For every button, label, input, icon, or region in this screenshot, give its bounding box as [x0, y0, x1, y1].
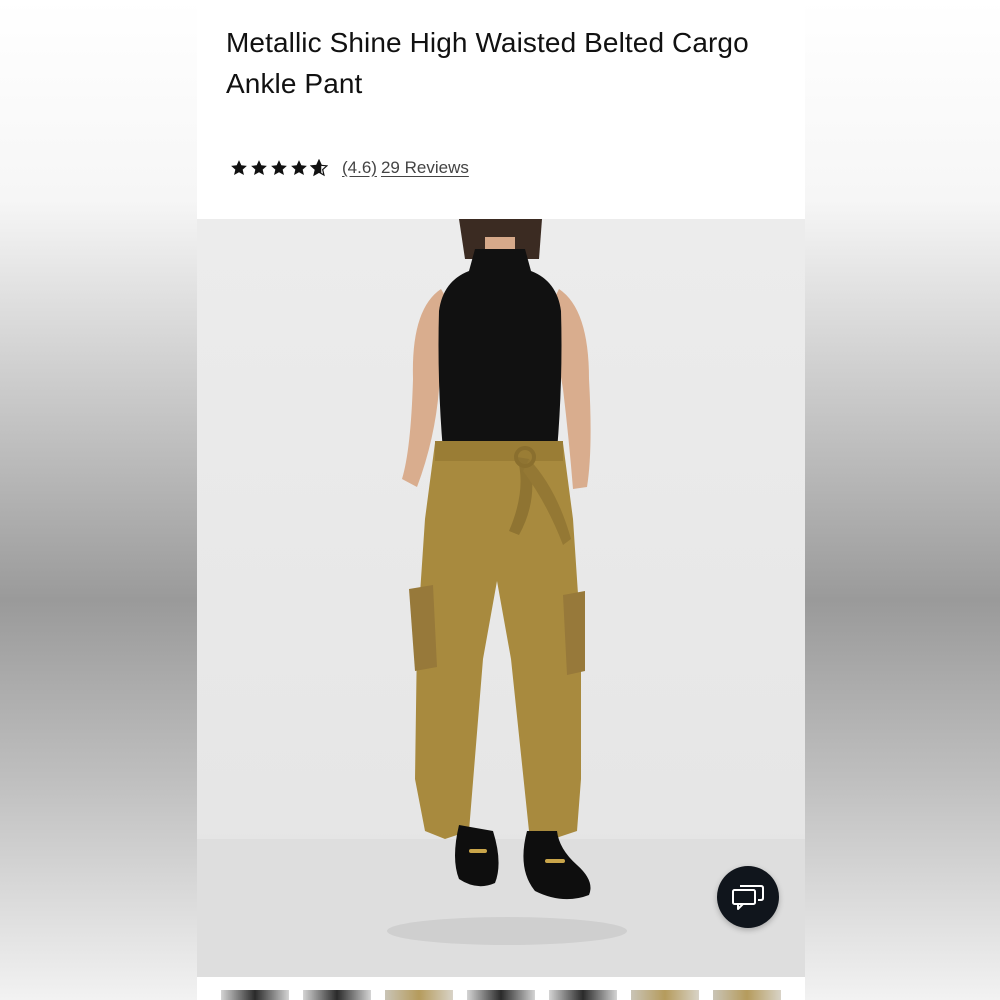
star-icon [291, 160, 307, 176]
thumbnail[interactable] [713, 990, 781, 1000]
reviews-link[interactable]: (4.6) 29 Reviews [342, 158, 469, 178]
thumbnail-strip [197, 990, 805, 1000]
thumbnail[interactable] [221, 990, 289, 1000]
star-half-icon [310, 159, 328, 177]
product-panel: Metallic Shine High Waisted Belted Cargo… [197, 0, 805, 1000]
thumbnail[interactable] [303, 990, 371, 1000]
chat-bubbles-icon [732, 885, 764, 910]
rating-row: (4.6) 29 Reviews [230, 155, 469, 181]
star-rating [230, 159, 328, 177]
reviews-count: 29 Reviews [380, 158, 469, 177]
star-icon [251, 160, 267, 176]
thumbnail[interactable] [549, 990, 617, 1000]
star-icon [231, 160, 247, 176]
thumbnail[interactable] [385, 990, 453, 1000]
rating-value: (4.6) [342, 158, 377, 177]
model-photo [197, 219, 805, 977]
product-image[interactable] [197, 219, 805, 977]
product-title: Metallic Shine High Waisted Belted Cargo… [226, 27, 749, 99]
star-icon [271, 160, 287, 176]
thumbnail[interactable] [631, 990, 699, 1000]
thumbnail[interactable] [467, 990, 535, 1000]
chat-button[interactable] [717, 866, 779, 928]
